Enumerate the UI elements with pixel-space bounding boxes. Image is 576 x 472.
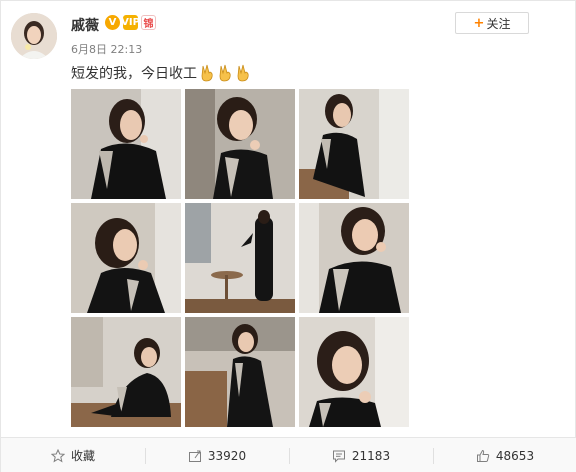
repost-count: 33920 (207, 448, 247, 463)
verified-icon[interactable]: V (105, 15, 120, 30)
favorite-label: 收藏 (70, 449, 95, 463)
event-badge-icon[interactable]: 锦 (141, 15, 156, 30)
photo-4[interactable] (71, 203, 181, 313)
favorite-button[interactable]: 收藏 (1, 438, 145, 472)
photo-5[interactable] (185, 203, 295, 313)
follow-button[interactable]: + 关注 (455, 12, 529, 34)
weibo-post-card: 戚薇 V VIP 锦 6月8日 22:13 + 关注 短发的我，今日收工 收藏 … (0, 0, 576, 472)
photo-8[interactable] (185, 317, 295, 427)
thumbs-up-icon (476, 449, 490, 462)
victory-hand-icon (219, 64, 231, 82)
photo-3[interactable] (299, 89, 409, 199)
photo-2[interactable] (185, 89, 295, 199)
victory-hand-icon (201, 64, 213, 82)
comment-count: 21183 (351, 448, 391, 463)
repost-button[interactable]: 33920 (145, 438, 289, 472)
star-icon (50, 448, 65, 462)
user-avatar[interactable] (11, 13, 57, 59)
like-count: 48653 (495, 448, 535, 463)
post-text-content: 短发的我，今日收工 (71, 66, 197, 82)
post-text: 短发的我，今日收工 (71, 63, 251, 83)
repost-icon (188, 450, 201, 462)
like-button[interactable]: 48653 (433, 438, 576, 472)
post-action-bar: 收藏 33920 21183 48653 (1, 437, 576, 472)
plus-icon: + (473, 15, 485, 31)
comment-icon (332, 450, 345, 463)
post-timestamp[interactable]: 6月8日 22:13 (71, 41, 142, 57)
photo-9[interactable] (299, 317, 409, 427)
emoji-group (199, 64, 251, 82)
photo-7[interactable] (71, 317, 181, 427)
victory-hand-icon (237, 64, 249, 82)
user-badges: V VIP 锦 (105, 15, 156, 30)
comment-button[interactable]: 21183 (289, 438, 433, 472)
photo-6[interactable] (299, 203, 409, 313)
username[interactable]: 戚薇 (71, 15, 99, 35)
follow-button-label: 关注 (486, 16, 511, 31)
photo-grid (71, 89, 409, 427)
vip-badge-icon[interactable]: VIP (121, 15, 140, 30)
photo-1[interactable] (71, 89, 181, 199)
